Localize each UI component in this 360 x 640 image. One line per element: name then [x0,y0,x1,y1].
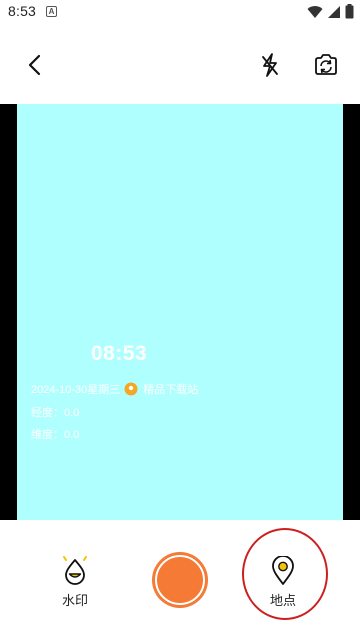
battery-icon [345,4,354,19]
watermark-button[interactable]: 水印 [45,556,105,609]
notification-icon: A [46,6,57,17]
watermark-location: 精品下载站 [143,384,199,396]
shutter-button[interactable] [152,552,208,608]
status-time: 8:53 [8,3,37,19]
watermark-icon [63,556,87,585]
back-chevron-icon[interactable] [20,50,50,80]
camera-toolbar [0,24,360,104]
location-button[interactable]: 地点 [253,556,313,609]
camera-preview[interactable]: 08:53 2024-10-30星期三 精品下载站 经度：0.0 维度：0.0 [17,104,343,520]
location-icon [272,556,294,585]
watermark-longitude: 经度：0.0 [31,407,80,419]
camera-switch-icon[interactable] [311,50,341,80]
watermark-latitude: 维度：0.0 [31,429,80,441]
watermark-label: 水印 [61,593,88,608]
camera-viewfinder: 08:53 2024-10-30星期三 精品下载站 经度：0.0 维度：0.0 [0,104,360,520]
status-bar: 8:53 A [0,0,360,24]
wifi-icon [307,5,323,18]
flash-off-icon[interactable] [255,50,285,80]
location-pin-icon [124,382,138,396]
camera-controls: 水印 地点 [0,520,360,640]
signal-icon [328,5,340,18]
watermark-date-row: 2024-10-30星期三 精品下载站 [31,381,198,397]
location-label: 地点 [269,593,296,608]
status-icons [307,4,354,19]
watermark-date: 2024-10-30星期三 [31,384,121,396]
watermark-time: 08:53 [91,342,148,365]
